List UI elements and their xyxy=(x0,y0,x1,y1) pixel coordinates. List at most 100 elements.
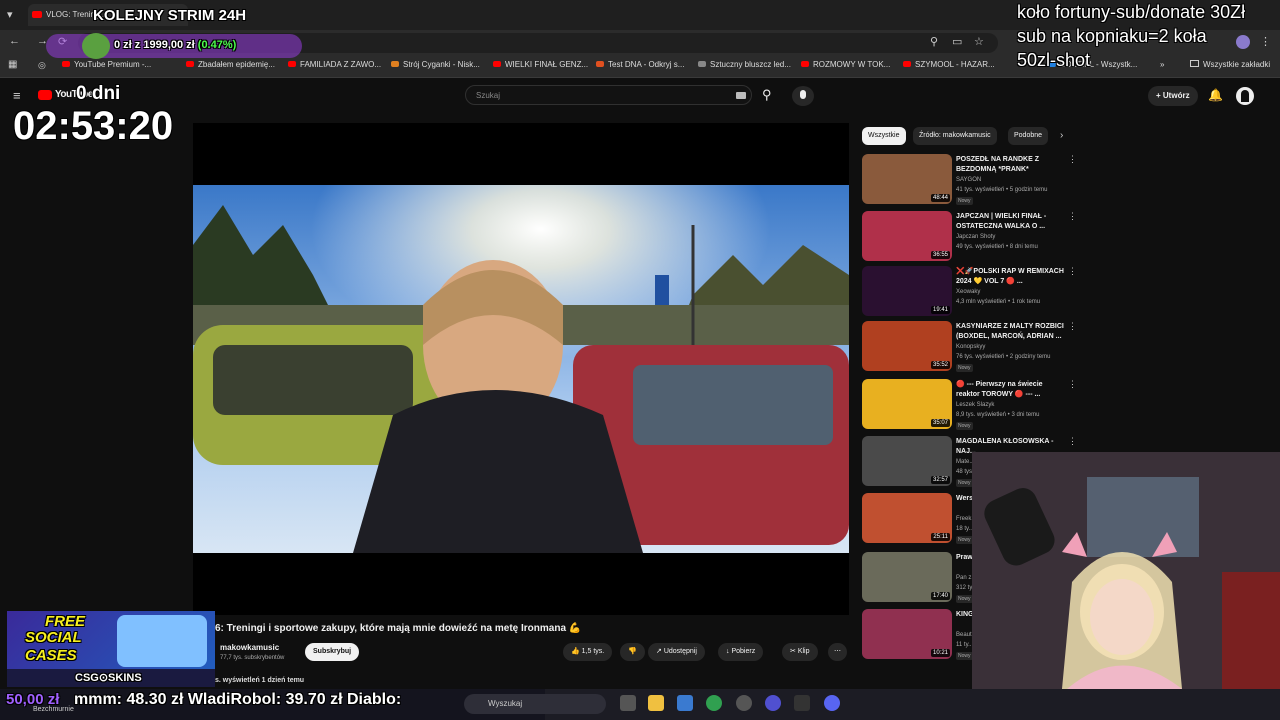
chip-all[interactable]: Wszystkie xyxy=(862,127,906,145)
bookmark-item[interactable]: FAMILIADA Z ZAWO... xyxy=(288,60,381,69)
more-options-icon[interactable]: ⋮ xyxy=(1068,321,1077,332)
recommendation-title[interactable]: POSZEDŁ NA RANDKE Z BEZDOMNĄ *PRANK* xyxy=(956,155,1064,175)
star-icon[interactable]: ☆ xyxy=(974,35,984,48)
bookmark-globe-icon[interactable]: ◎ xyxy=(38,60,46,71)
more-actions-icon[interactable]: ⋯ xyxy=(828,643,847,661)
search-input[interactable]: Szukaj xyxy=(465,85,752,105)
subscribe-button[interactable]: Subskrybuj xyxy=(305,643,360,661)
dna-icon xyxy=(596,61,604,67)
recommendation-thumbnail[interactable]: 19:41 xyxy=(862,266,952,316)
recommendation-meta: 41 tys. wyświetleń • 5 godzin temu xyxy=(956,187,1048,193)
dislike-button[interactable]: 👎 xyxy=(620,643,645,661)
donation-percent: (0.47%) xyxy=(197,39,237,51)
recommendation-thumbnail[interactable]: 10:21 xyxy=(862,609,952,659)
subathon-timer: 02:53:20 xyxy=(13,104,174,148)
share-button[interactable]: ↗ Udostępnij xyxy=(648,643,705,661)
more-options-icon[interactable]: ⋮ xyxy=(1068,436,1077,447)
video-frame[interactable] xyxy=(193,185,849,553)
all-bookmarks[interactable]: Wszystkie zakładki xyxy=(1190,60,1270,69)
youtube-icon xyxy=(186,61,194,67)
chip-source[interactable]: Źródło: makowkamusic xyxy=(913,127,997,145)
recommendation-channel[interactable]: Japczan Shoty xyxy=(956,234,995,240)
clip-button[interactable]: ✂ Klip xyxy=(782,643,818,661)
create-button[interactable]: + Utwórz xyxy=(1148,86,1198,106)
donation-progress: 0 zł z 1999,00 zł (0.47%) xyxy=(114,39,236,51)
youtube-logo-icon[interactable] xyxy=(38,90,52,100)
recommendation-card[interactable]: 48:44 POSZEDŁ NA RANDKE Z BEZDOMNĄ *PRANK… xyxy=(862,154,1077,206)
obs-icon[interactable] xyxy=(736,695,752,711)
recommendation-title[interactable]: ❌🚀POLSKI RAP W REMIXACH 2024 💛 VOL 7 🔴 .… xyxy=(956,267,1064,287)
more-options-icon[interactable]: ⋮ xyxy=(1068,379,1077,390)
hamburger-menu-icon[interactable]: ≡ xyxy=(13,88,21,103)
task-view-icon[interactable] xyxy=(620,695,636,711)
bookmark-item[interactable]: YouTube Premium -... xyxy=(62,60,151,69)
bookmark-item[interactable]: ROZMOWY W TOK... xyxy=(801,60,890,69)
account-avatar[interactable] xyxy=(1236,87,1254,105)
recommendation-card[interactable]: 35:52 KASYNIARZE Z MALTY ROZBICI (BOXDEL,… xyxy=(862,321,1077,373)
bookmark-item[interactable]: Strój Cyganki - Nisk... xyxy=(391,60,480,69)
zoom-icon[interactable]: ⚲ xyxy=(930,35,938,48)
more-options-icon[interactable]: ⋮ xyxy=(1068,266,1077,277)
apps-grid-icon[interactable]: ▦ xyxy=(8,59,17,70)
recommendation-channel[interactable]: SAYGON xyxy=(956,177,981,183)
discord-icon[interactable] xyxy=(824,695,840,711)
search-icon[interactable]: ⚲ xyxy=(762,87,772,103)
discord-case-icon xyxy=(117,615,207,667)
webcam-overlay xyxy=(972,452,1280,689)
recommendation-card[interactable]: 36:55 JAPCZAN | WIELKI FINAŁ - OSTATECZNA… xyxy=(862,211,1077,263)
bookmark-item[interactable]: Zbadałem epidemię... xyxy=(186,60,275,69)
app-icon[interactable] xyxy=(765,695,781,711)
tab-menu-icon[interactable]: ▾ xyxy=(7,8,13,21)
mic-icon xyxy=(800,90,806,99)
taskbar-search-input[interactable]: Wyszukaj xyxy=(464,694,606,714)
browser-menu-icon[interactable]: ⋮ xyxy=(1260,35,1271,48)
wheel-info-line1: koło fortuny-sub/donate 30Zł xyxy=(1017,2,1246,22)
ad-line3: CASES xyxy=(25,647,77,664)
recommendation-thumbnail[interactable]: 36:55 xyxy=(862,211,952,261)
recommendation-thumbnail[interactable]: 32:57 xyxy=(862,436,952,486)
bookmark-item[interactable]: SZYMOOL - HAZAR... xyxy=(903,60,995,69)
chip-similar[interactable]: Podobne xyxy=(1008,127,1049,145)
recommendation-thumbnail[interactable]: 48:44 xyxy=(862,154,952,204)
more-options-icon[interactable]: ⋮ xyxy=(1068,211,1077,222)
recommendation-title[interactable]: KASYNIARZE Z MALTY ROZBICI (BOXDEL, MARC… xyxy=(956,322,1064,342)
video-scene-image xyxy=(193,185,849,553)
recommendation-title[interactable]: JAPCZAN | WIELKI FINAŁ - OSTATECZNA WALK… xyxy=(956,212,1064,232)
stream-title: KOLEJNY STRIM 24H xyxy=(93,7,247,24)
bookmark-item[interactable]: Test DNA - Odkryj s... xyxy=(596,60,684,69)
recommendation-title[interactable]: 🔴 --- Pierwszy na świecie reaktor TOROWY… xyxy=(956,380,1064,400)
channel-name[interactable]: makowkamusic xyxy=(220,643,279,652)
more-options-icon[interactable]: ⋮ xyxy=(1068,154,1077,165)
cast-icon[interactable]: ▭ xyxy=(952,35,962,48)
file-explorer-icon[interactable] xyxy=(648,695,664,711)
recommendation-channel[interactable]: Konopskyy xyxy=(956,344,985,350)
webcam-image xyxy=(972,452,1280,689)
terminal-icon[interactable] xyxy=(794,695,810,711)
duration-badge: 35:07 xyxy=(930,419,950,427)
recommendation-card[interactable]: 35:07 🔴 --- Pierwszy na świecie reaktor T… xyxy=(862,379,1077,431)
bookmark-item[interactable]: Sztuczny bluszcz led... xyxy=(698,60,791,69)
recommendation-thumbnail[interactable]: 17:40 xyxy=(862,552,952,602)
chevron-right-icon[interactable]: › xyxy=(1060,130,1063,141)
bookmark-item[interactable]: WIELKI FINAŁ GENZ... xyxy=(493,60,588,69)
scissors-icon: ✂ xyxy=(790,648,798,655)
chrome-icon[interactable] xyxy=(706,695,722,711)
recommendation-channel[interactable]: Leszek Slazyk xyxy=(956,402,994,408)
back-icon[interactable]: ← xyxy=(9,35,20,47)
donation-amount: 0 zł z 1999,00 zł xyxy=(114,39,195,51)
recommendation-thumbnail[interactable]: 35:52 xyxy=(862,321,952,371)
youtube-icon xyxy=(62,61,70,67)
mic-button[interactable] xyxy=(792,86,814,106)
bookmarks-overflow-icon[interactable]: » xyxy=(1160,60,1164,69)
recommendation-thumbnail[interactable]: 25:11 xyxy=(862,493,952,543)
recommendation-channel[interactable]: Xeowaky xyxy=(956,289,980,295)
like-button[interactable]: 👍 1,5 tys. xyxy=(563,643,613,661)
download-button[interactable]: ↓ Pobierz xyxy=(718,643,764,661)
notifications-bell-icon[interactable]: 🔔 xyxy=(1208,88,1223,102)
recommendation-card[interactable]: 19:41 ❌🚀POLSKI RAP W REMIXACH 2024 💛 VOL … xyxy=(862,266,1077,318)
recommendation-thumbnail[interactable]: 35:07 xyxy=(862,379,952,429)
profile-avatar[interactable] xyxy=(1236,35,1250,49)
keyboard-icon[interactable] xyxy=(736,92,746,99)
video-title: 6: Treningi i sportowe zakupy, które maj… xyxy=(215,623,582,634)
store-icon[interactable] xyxy=(677,695,693,711)
